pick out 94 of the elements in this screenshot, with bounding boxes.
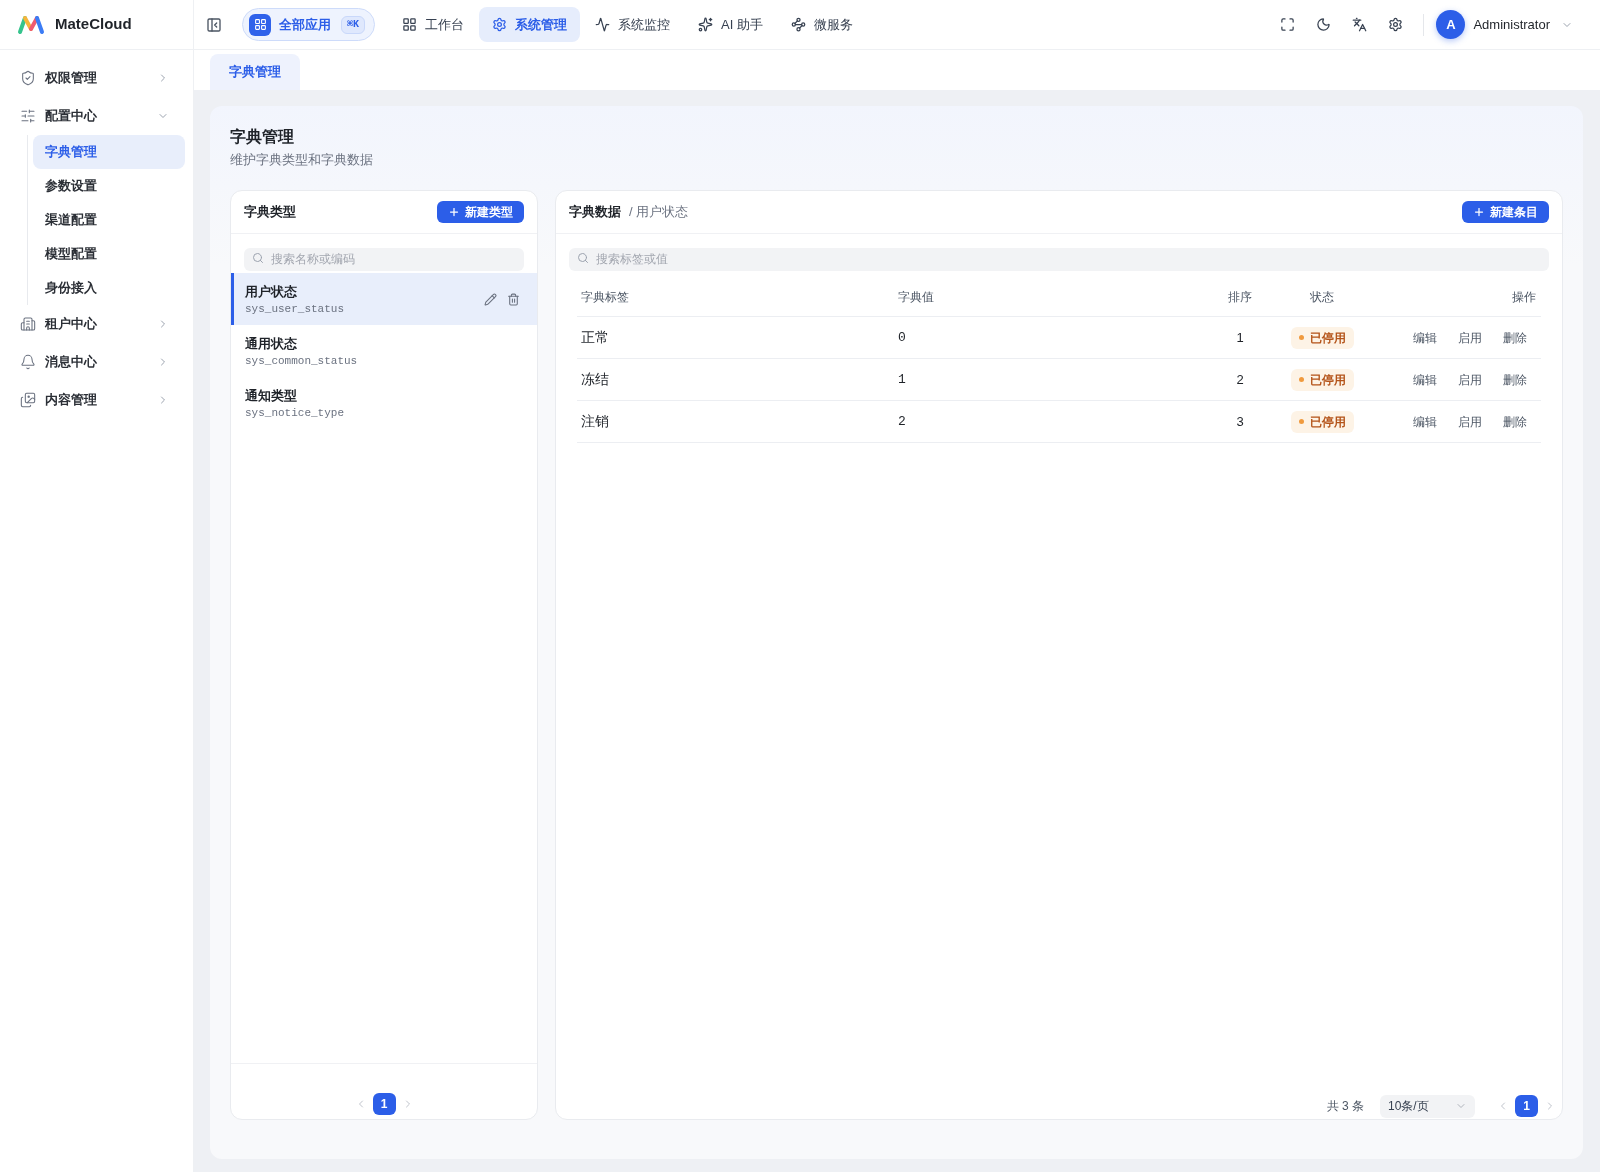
- row-action-link[interactable]: 编辑: [1413, 412, 1437, 431]
- table-cell-text: 1: [898, 370, 906, 389]
- new-entry-button[interactable]: 新建条目: [1462, 201, 1549, 223]
- bell-icon: [20, 354, 36, 370]
- type-code: sys_notice_type: [245, 405, 345, 420]
- edit-icon[interactable]: [484, 292, 497, 306]
- grid-icon: [402, 17, 418, 32]
- sliders-icon: [20, 108, 36, 124]
- row-action-link[interactable]: 启用: [1458, 412, 1482, 431]
- sidebar-subitem[interactable]: 字典管理: [33, 135, 185, 169]
- type-list-item[interactable]: 通用状态 sys_common_status: [231, 325, 537, 377]
- search-icon: [577, 251, 589, 264]
- page-subtitle: 维护字典类型和字典数据: [230, 151, 373, 169]
- breadcrumb-text: / 用户状态: [629, 203, 689, 222]
- row-action-link[interactable]: 删除: [1503, 370, 1527, 389]
- type-name: 通用状态: [245, 334, 297, 352]
- column-header: 字典标签: [581, 288, 629, 306]
- nav-tab[interactable]: 微服务: [777, 7, 866, 42]
- table-cell-text: 冻结: [581, 370, 609, 389]
- sidebar-item[interactable]: 配置中心: [8, 97, 185, 135]
- type-code: sys_common_status: [245, 353, 358, 368]
- table-cell-text: 3: [1236, 412, 1244, 431]
- type-list-item[interactable]: 通知类型 sys_notice_type: [231, 377, 537, 429]
- sidebar-item[interactable]: 内容管理: [8, 381, 185, 419]
- delete-icon[interactable]: [507, 292, 520, 306]
- type-name: 用户状态: [245, 282, 297, 300]
- app-name: MateCloud: [55, 14, 132, 35]
- user-menu[interactable]: A Administrator: [1436, 10, 1573, 39]
- plus-icon: [1473, 206, 1485, 218]
- table-cell-text: 注销: [581, 412, 609, 431]
- gear-icon: [492, 17, 508, 32]
- sidebar-subitem[interactable]: 身份接入: [33, 271, 185, 305]
- column-header: 操作: [1512, 288, 1536, 306]
- page-tab[interactable]: 字典管理: [210, 54, 300, 90]
- table-cell-text: 0: [898, 328, 906, 347]
- logo-icon: [17, 14, 45, 35]
- row-action-link[interactable]: 删除: [1503, 328, 1527, 347]
- page-button[interactable]: 1: [372, 1093, 396, 1115]
- column-header: 字典值: [898, 288, 934, 306]
- row-action-link[interactable]: 编辑: [1413, 370, 1437, 389]
- nav-tab[interactable]: 工作台: [389, 7, 478, 42]
- status-badge: 已停用: [1290, 326, 1354, 349]
- sidebar-item[interactable]: 租户中心: [8, 305, 185, 343]
- total-count: 共 3 条: [1326, 1098, 1364, 1115]
- search-icon: [252, 251, 264, 264]
- table-cell-text: 2: [1236, 370, 1244, 389]
- nav-tab[interactable]: AI 助手: [685, 7, 776, 42]
- settings-icon: [1387, 17, 1403, 32]
- plus-icon: [448, 206, 460, 218]
- column-header: 排序: [1228, 288, 1252, 306]
- type-list-item[interactable]: 用户状态 sys_user_status: [231, 273, 537, 325]
- row-action-link[interactable]: 编辑: [1413, 328, 1437, 347]
- search-field[interactable]: 搜索名称或编码: [244, 247, 524, 271]
- row-action-link[interactable]: 启用: [1458, 370, 1482, 389]
- fullscreen-icon: [1279, 17, 1295, 32]
- table-cell-text: 正常: [581, 328, 609, 347]
- user-avatar: A: [1436, 10, 1466, 39]
- panel-title: 字典数据: [569, 203, 621, 222]
- all-apps-button[interactable]: 全部应用 ⌘K: [242, 8, 376, 41]
- sidebar-subitem[interactable]: 模型配置: [33, 237, 185, 271]
- sidebar-item[interactable]: 权限管理: [8, 59, 185, 97]
- page-size-select[interactable]: 10条/页: [1380, 1094, 1475, 1118]
- column-header: 状态: [1310, 288, 1334, 306]
- collapse-sidebar-icon[interactable]: [206, 16, 222, 33]
- status-badge: 已停用: [1290, 368, 1354, 391]
- row-action-link[interactable]: 删除: [1503, 412, 1527, 431]
- new-type-button[interactable]: 新建类型: [437, 201, 524, 223]
- building-icon: [20, 316, 36, 332]
- page-button[interactable]: 1: [1515, 1095, 1538, 1117]
- table-cell-text: 2: [898, 412, 906, 431]
- shield-icon: [20, 70, 36, 86]
- sidebar-subitem[interactable]: 参数设置: [33, 169, 185, 203]
- translate-icon: [1351, 17, 1367, 32]
- table-cell-text: 1: [1236, 328, 1244, 347]
- apps-icon: [249, 13, 271, 36]
- pulse-icon: [595, 17, 611, 32]
- type-name: 通知类型: [245, 386, 297, 404]
- sidebar-subitem[interactable]: 渠道配置: [33, 203, 185, 237]
- status-badge: 已停用: [1290, 410, 1354, 433]
- type-code: sys_user_status: [245, 301, 345, 316]
- panel-title: 字典类型: [244, 203, 296, 222]
- nav-tab[interactable]: 系统监控: [582, 7, 684, 42]
- sidebar-item[interactable]: 消息中心: [8, 343, 185, 381]
- search-field[interactable]: 搜索标签或值: [569, 247, 1549, 271]
- nav-tab[interactable]: 系统管理: [479, 7, 581, 42]
- all-apps-label: 全部应用: [279, 15, 331, 34]
- sparkle-icon: [698, 17, 714, 32]
- images-icon: [20, 392, 36, 408]
- shortcut-key: ⌘K: [341, 15, 366, 34]
- nodes-icon: [790, 17, 806, 32]
- page-title: 字典管理: [230, 127, 294, 147]
- row-action-link[interactable]: 启用: [1458, 328, 1482, 347]
- user-name: Administrator: [1473, 15, 1550, 34]
- moon-icon: [1315, 17, 1331, 32]
